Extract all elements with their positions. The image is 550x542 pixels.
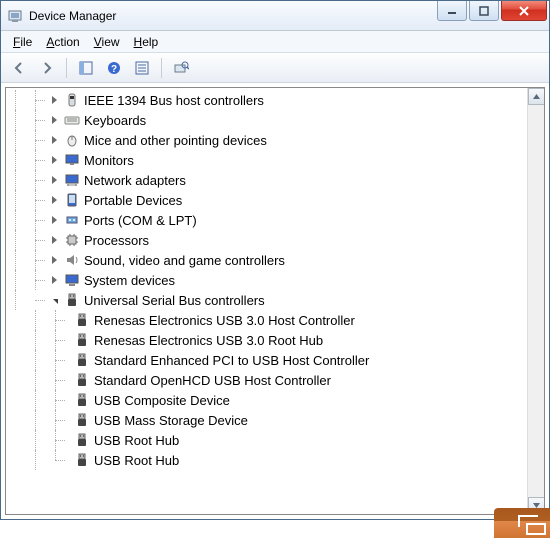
tree-node-label: Universal Serial Bus controllers	[84, 293, 275, 308]
port-icon	[64, 212, 80, 228]
tree-leaf-label: Standard Enhanced PCI to USB Host Contro…	[94, 353, 379, 368]
tree-node[interactable]: Keyboards	[6, 110, 527, 130]
tree-node[interactable]: System devices	[6, 270, 527, 290]
tree-leaf-label: Renesas Electronics USB 3.0 Host Control…	[94, 313, 365, 328]
portable-icon	[64, 192, 80, 208]
menu-help[interactable]: Help	[128, 33, 165, 51]
tree-leaf-label: Standard OpenHCD USB Host Controller	[94, 373, 341, 388]
forward-button[interactable]	[35, 56, 59, 80]
expand-icon[interactable]	[46, 192, 62, 208]
usb-icon	[74, 392, 90, 408]
tree-node[interactable]: Processors	[6, 230, 527, 250]
back-button[interactable]	[7, 56, 31, 80]
toolbar-separator	[66, 58, 67, 78]
window-buttons	[437, 1, 549, 23]
mouse-icon	[64, 132, 80, 148]
tree-node[interactable]: Mice and other pointing devices	[6, 130, 527, 150]
close-button[interactable]	[501, 1, 547, 21]
tree-node-expanded[interactable]: Universal Serial Bus controllers	[6, 290, 527, 310]
usb-icon	[74, 412, 90, 428]
properties-button[interactable]	[130, 56, 154, 80]
sound-icon	[64, 252, 80, 268]
ieee1394-icon	[64, 92, 80, 108]
tree-node-label: Sound, video and game controllers	[84, 253, 295, 268]
tree-leaf[interactable]: Standard OpenHCD USB Host Controller	[6, 370, 527, 390]
toolbar: ?	[1, 53, 549, 83]
tree-node-label: Network adapters	[84, 173, 196, 188]
tree-node-label: Ports (COM & LPT)	[84, 213, 207, 228]
expand-icon[interactable]	[46, 112, 62, 128]
device-tree[interactable]: IEEE 1394 Bus host controllers Keyboards M…	[6, 88, 527, 514]
usb-icon	[74, 452, 90, 468]
expand-icon[interactable]	[46, 252, 62, 268]
usb-icon	[74, 332, 90, 348]
tree-node[interactable]: IEEE 1394 Bus host controllers	[6, 90, 527, 110]
scan-hardware-button[interactable]	[169, 56, 193, 80]
tree-node-label: Mice and other pointing devices	[84, 133, 277, 148]
tree-node-label: Keyboards	[84, 113, 156, 128]
help-button[interactable]: ?	[102, 56, 126, 80]
system-icon	[64, 272, 80, 288]
processor-icon	[64, 232, 80, 248]
usb-icon	[74, 312, 90, 328]
expand-icon[interactable]	[46, 212, 62, 228]
tree-leaf-label: USB Composite Device	[94, 393, 240, 408]
collapse-icon[interactable]	[46, 292, 62, 308]
minimize-button[interactable]	[437, 1, 467, 21]
tree-leaf[interactable]: Standard Enhanced PCI to USB Host Contro…	[6, 350, 527, 370]
tree-node[interactable]: Ports (COM & LPT)	[6, 210, 527, 230]
network-icon	[64, 172, 80, 188]
maximize-button[interactable]	[469, 1, 499, 21]
tree-leaf[interactable]: USB Root Hub	[6, 430, 527, 450]
usb-icon	[74, 352, 90, 368]
tree-node[interactable]: Monitors	[6, 150, 527, 170]
tree-node[interactable]: Sound, video and game controllers	[6, 250, 527, 270]
menu-file[interactable]: File	[7, 33, 38, 51]
tree-leaf-label: USB Root Hub	[94, 453, 189, 468]
menu-action[interactable]: Action	[40, 33, 85, 51]
tree-node-label: Processors	[84, 233, 159, 248]
usb-icon	[74, 432, 90, 448]
usb-icon	[64, 292, 80, 308]
tree-leaf-label: USB Mass Storage Device	[94, 413, 258, 428]
tree-leaf[interactable]: USB Mass Storage Device	[6, 410, 527, 430]
tree-node-label: Monitors	[84, 153, 144, 168]
console-tree-button[interactable]	[74, 56, 98, 80]
tree-leaf-label: USB Root Hub	[94, 433, 189, 448]
vertical-scrollbar[interactable]	[527, 88, 544, 514]
monitor-icon	[64, 152, 80, 168]
expand-icon[interactable]	[46, 92, 62, 108]
app-icon	[7, 8, 23, 24]
tree-node[interactable]: Portable Devices	[6, 190, 527, 210]
expand-icon[interactable]	[46, 132, 62, 148]
tree-node[interactable]: Network adapters	[6, 170, 527, 190]
expand-icon[interactable]	[46, 232, 62, 248]
scroll-up-button[interactable]	[528, 88, 545, 105]
keyboard-icon	[64, 112, 80, 128]
menubar: File Action View Help	[1, 31, 549, 53]
watermark-logo	[486, 500, 550, 538]
device-manager-window: Device Manager File Action View Help	[0, 0, 550, 520]
titlebar[interactable]: Device Manager	[1, 1, 549, 31]
tree-node-label: IEEE 1394 Bus host controllers	[84, 93, 274, 108]
content-area: IEEE 1394 Bus host controllers Keyboards M…	[5, 87, 545, 515]
tree-leaf-label: Renesas Electronics USB 3.0 Root Hub	[94, 333, 333, 348]
tree-leaf[interactable]: USB Root Hub	[6, 450, 527, 470]
tree-leaf[interactable]: Renesas Electronics USB 3.0 Root Hub	[6, 330, 527, 350]
svg-text:?: ?	[111, 64, 117, 75]
tree-node-label: System devices	[84, 273, 185, 288]
tree-leaf[interactable]: USB Composite Device	[6, 390, 527, 410]
window-title: Device Manager	[29, 9, 116, 23]
tree-node-label: Portable Devices	[84, 193, 192, 208]
menu-view[interactable]: View	[88, 33, 126, 51]
expand-icon[interactable]	[46, 272, 62, 288]
tree-leaf[interactable]: Renesas Electronics USB 3.0 Host Control…	[6, 310, 527, 330]
toolbar-separator	[161, 58, 162, 78]
expand-icon[interactable]	[46, 152, 62, 168]
usb-icon	[74, 372, 90, 388]
expand-icon[interactable]	[46, 172, 62, 188]
